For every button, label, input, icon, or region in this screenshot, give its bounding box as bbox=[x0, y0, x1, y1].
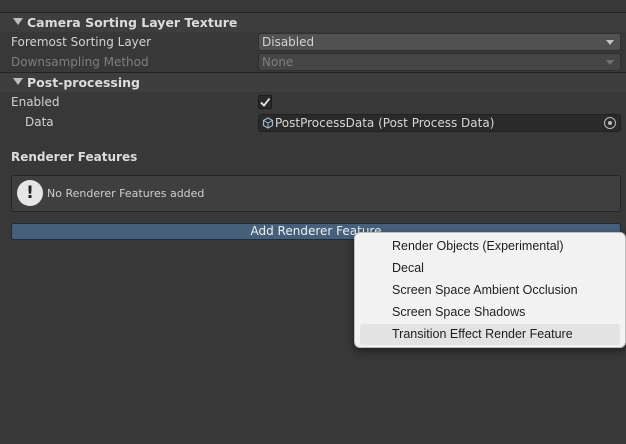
downsampling-method-dropdown: None bbox=[258, 53, 621, 71]
foremost-sorting-layer-dropdown[interactable]: Disabled bbox=[258, 33, 621, 51]
menu-item-ssao[interactable]: Screen Space Ambient Occlusion bbox=[360, 280, 620, 301]
post-processing-header[interactable]: Post-processing bbox=[0, 72, 626, 92]
camera-sorting-header[interactable]: Camera Sorting Layer Texture bbox=[0, 12, 626, 32]
downsampling-method-label: Downsampling Method bbox=[11, 55, 149, 69]
menu-item-screen-space-shadows[interactable]: Screen Space Shadows bbox=[360, 302, 620, 323]
warning-icon: ! bbox=[17, 180, 43, 206]
foldout-expanded-icon[interactable] bbox=[13, 18, 23, 25]
no-renderer-features-message: No Renderer Features added bbox=[47, 187, 205, 200]
chevron-down-icon bbox=[606, 40, 614, 45]
add-renderer-feature-menu: Render Objects (Experimental) Decal Scre… bbox=[354, 232, 626, 348]
top-divider bbox=[0, 0, 626, 12]
foremost-sorting-layer-label: Foremost Sorting Layer bbox=[11, 35, 152, 49]
object-picker-icon[interactable] bbox=[604, 117, 616, 129]
post-processing-title: Post-processing bbox=[27, 75, 140, 90]
post-process-data-field[interactable]: PostProcessData (Post Process Data) bbox=[258, 114, 621, 132]
menu-item-transition-effect[interactable]: Transition Effect Render Feature bbox=[360, 324, 620, 345]
camera-sorting-title: Camera Sorting Layer Texture bbox=[27, 15, 238, 30]
no-renderer-features-infobox: ! No Renderer Features added bbox=[11, 175, 621, 212]
chevron-down-icon bbox=[606, 60, 614, 65]
post-processing-data-label: Data bbox=[25, 115, 54, 129]
downsampling-method-value: None bbox=[262, 55, 294, 69]
foremost-sorting-layer-value: Disabled bbox=[262, 35, 315, 49]
foldout-expanded-icon[interactable] bbox=[13, 78, 23, 85]
menu-item-decal[interactable]: Decal bbox=[360, 258, 620, 279]
scriptable-object-icon bbox=[262, 117, 274, 129]
checkmark-icon bbox=[260, 97, 271, 107]
menu-item-render-objects[interactable]: Render Objects (Experimental) bbox=[360, 236, 620, 257]
post-processing-enabled-label: Enabled bbox=[11, 95, 60, 109]
renderer-features-title: Renderer Features bbox=[11, 150, 138, 164]
post-process-data-value: PostProcessData (Post Process Data) bbox=[275, 116, 495, 130]
post-processing-enabled-checkbox[interactable] bbox=[258, 95, 272, 109]
